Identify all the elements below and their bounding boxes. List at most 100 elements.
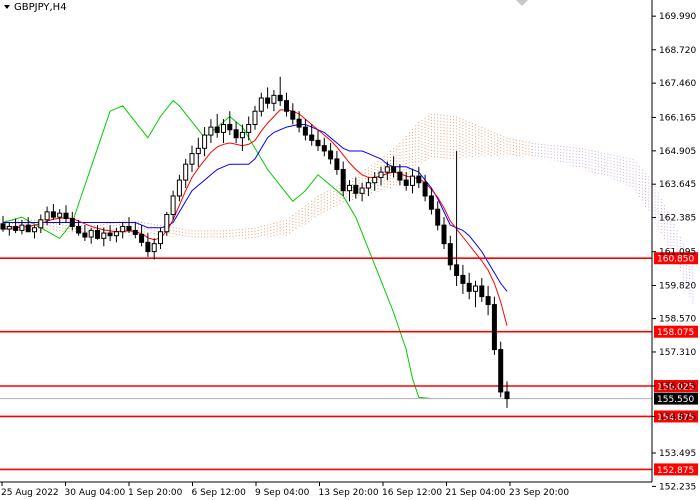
- candle-body[interactable]: [13, 225, 19, 231]
- candle-body[interactable]: [164, 214, 170, 233]
- candle-body[interactable]: [120, 225, 126, 233]
- candle-body[interactable]: [309, 134, 315, 141]
- symbol-dropdown-icon[interactable]: [4, 5, 10, 9]
- candle-body[interactable]: [372, 176, 378, 184]
- candle-body[interactable]: [151, 243, 157, 253]
- candle-body[interactable]: [227, 123, 233, 131]
- y-tick-label: 158.570: [659, 315, 696, 325]
- candle-body[interactable]: [246, 123, 252, 133]
- candle-body[interactable]: [479, 285, 485, 298]
- candle-body[interactable]: [315, 139, 321, 147]
- candle-body[interactable]: [391, 166, 397, 173]
- candle-body[interactable]: [277, 94, 283, 102]
- chart-title: GBPJPY,H4: [14, 2, 67, 13]
- candle-body[interactable]: [44, 211, 50, 221]
- candle-body[interactable]: [365, 182, 371, 189]
- candle-body[interactable]: [473, 285, 478, 292]
- candle-body[interactable]: [321, 145, 327, 152]
- candle-body[interactable]: [19, 224, 25, 231]
- candle-body[interactable]: [183, 163, 189, 181]
- candle-body[interactable]: [101, 232, 107, 239]
- candle-body[interactable]: [170, 195, 176, 216]
- candle-body[interactable]: [50, 211, 56, 218]
- candle-body[interactable]: [25, 224, 31, 233]
- candle-body[interactable]: [132, 229, 138, 235]
- candle-body[interactable]: [258, 97, 264, 112]
- candle-body[interactable]: [69, 217, 75, 227]
- x-tick-label: 1 Sep 20:00: [128, 488, 183, 498]
- candle-body[interactable]: [202, 134, 208, 149]
- candle-body[interactable]: [397, 171, 403, 181]
- candle-body[interactable]: [57, 212, 63, 218]
- candle-body[interactable]: [284, 100, 289, 112]
- y-tick-label: 157.310: [659, 348, 696, 358]
- candle-body[interactable]: [441, 224, 447, 245]
- candle-body[interactable]: [447, 243, 453, 266]
- candle-body[interactable]: [384, 166, 390, 173]
- candle-body[interactable]: [466, 282, 472, 292]
- candle-body[interactable]: [214, 126, 220, 133]
- candle-body[interactable]: [271, 94, 277, 104]
- chart-header: GBPJPY,H4: [4, 2, 67, 13]
- candle-body[interactable]: [32, 227, 37, 233]
- candle-body[interactable]: [233, 129, 239, 139]
- candle-body[interactable]: [38, 219, 44, 229]
- y-tick-label: 164.905: [659, 147, 696, 157]
- candle-body[interactable]: [195, 147, 201, 155]
- scroll-marker-icon[interactable]: [516, 0, 528, 6]
- candle-body[interactable]: [435, 208, 441, 226]
- y-tick-label: 169.990: [659, 12, 696, 22]
- candle-body[interactable]: [95, 229, 100, 239]
- candle-body[interactable]: [107, 232, 113, 237]
- candle-body[interactable]: [252, 110, 258, 125]
- y-tick-label: 167.460: [659, 79, 696, 89]
- candle-body[interactable]: [63, 212, 69, 219]
- y-tick-label: 161.095: [659, 248, 696, 258]
- candle-body[interactable]: [353, 184, 359, 194]
- level-price-label: 152.875: [657, 466, 694, 476]
- candle-body[interactable]: [428, 195, 434, 210]
- x-tick-label: 13 Sep 20:00: [319, 488, 379, 498]
- candle-body[interactable]: [158, 231, 163, 245]
- candle-body[interactable]: [422, 182, 428, 197]
- candle-body[interactable]: [296, 118, 302, 128]
- candle-body[interactable]: [359, 187, 365, 194]
- y-tick-label: 162.385: [659, 214, 696, 224]
- y-tick-label: 154.875: [659, 412, 696, 422]
- candle-body[interactable]: [460, 274, 466, 284]
- candle-body[interactable]: [6, 225, 12, 230]
- candle-body[interactable]: [113, 231, 119, 237]
- horizontal-levels: 160.850158.075156.025154.875152.875155.5…: [0, 252, 698, 476]
- chikou-span-line: [2, 99, 432, 400]
- candle-body[interactable]: [347, 184, 352, 192]
- candle-body[interactable]: [221, 123, 226, 133]
- candle-body[interactable]: [76, 225, 82, 234]
- candle-body[interactable]: [189, 153, 195, 165]
- candle-body[interactable]: [416, 175, 422, 184]
- candle-body[interactable]: [208, 126, 214, 136]
- candle-body[interactable]: [82, 232, 88, 238]
- candle-body[interactable]: [126, 225, 132, 231]
- x-tick-label: 25 Aug 2022: [1, 488, 59, 498]
- candle-body[interactable]: [176, 179, 182, 197]
- candle-body[interactable]: [302, 126, 308, 136]
- candle-body[interactable]: [403, 179, 409, 186]
- candle-body[interactable]: [334, 158, 340, 170]
- candle-body[interactable]: [340, 168, 346, 192]
- candle-body[interactable]: [454, 264, 460, 276]
- candle-body[interactable]: [485, 296, 491, 306]
- candle-body[interactable]: [265, 97, 271, 104]
- candle-body[interactable]: [0, 223, 6, 230]
- candle-body[interactable]: [491, 304, 497, 351]
- candle-body[interactable]: [328, 150, 334, 160]
- candle-body[interactable]: [378, 171, 384, 178]
- candle-body[interactable]: [410, 175, 415, 186]
- y-tick-label: 168.720: [659, 46, 696, 56]
- candle-body[interactable]: [88, 229, 94, 238]
- candle-body[interactable]: [498, 349, 504, 393]
- candle-body[interactable]: [139, 233, 145, 243]
- candle-body[interactable]: [504, 391, 510, 400]
- candle-body[interactable]: [239, 131, 245, 139]
- candle-body[interactable]: [290, 110, 296, 120]
- candle-body[interactable]: [145, 241, 151, 253]
